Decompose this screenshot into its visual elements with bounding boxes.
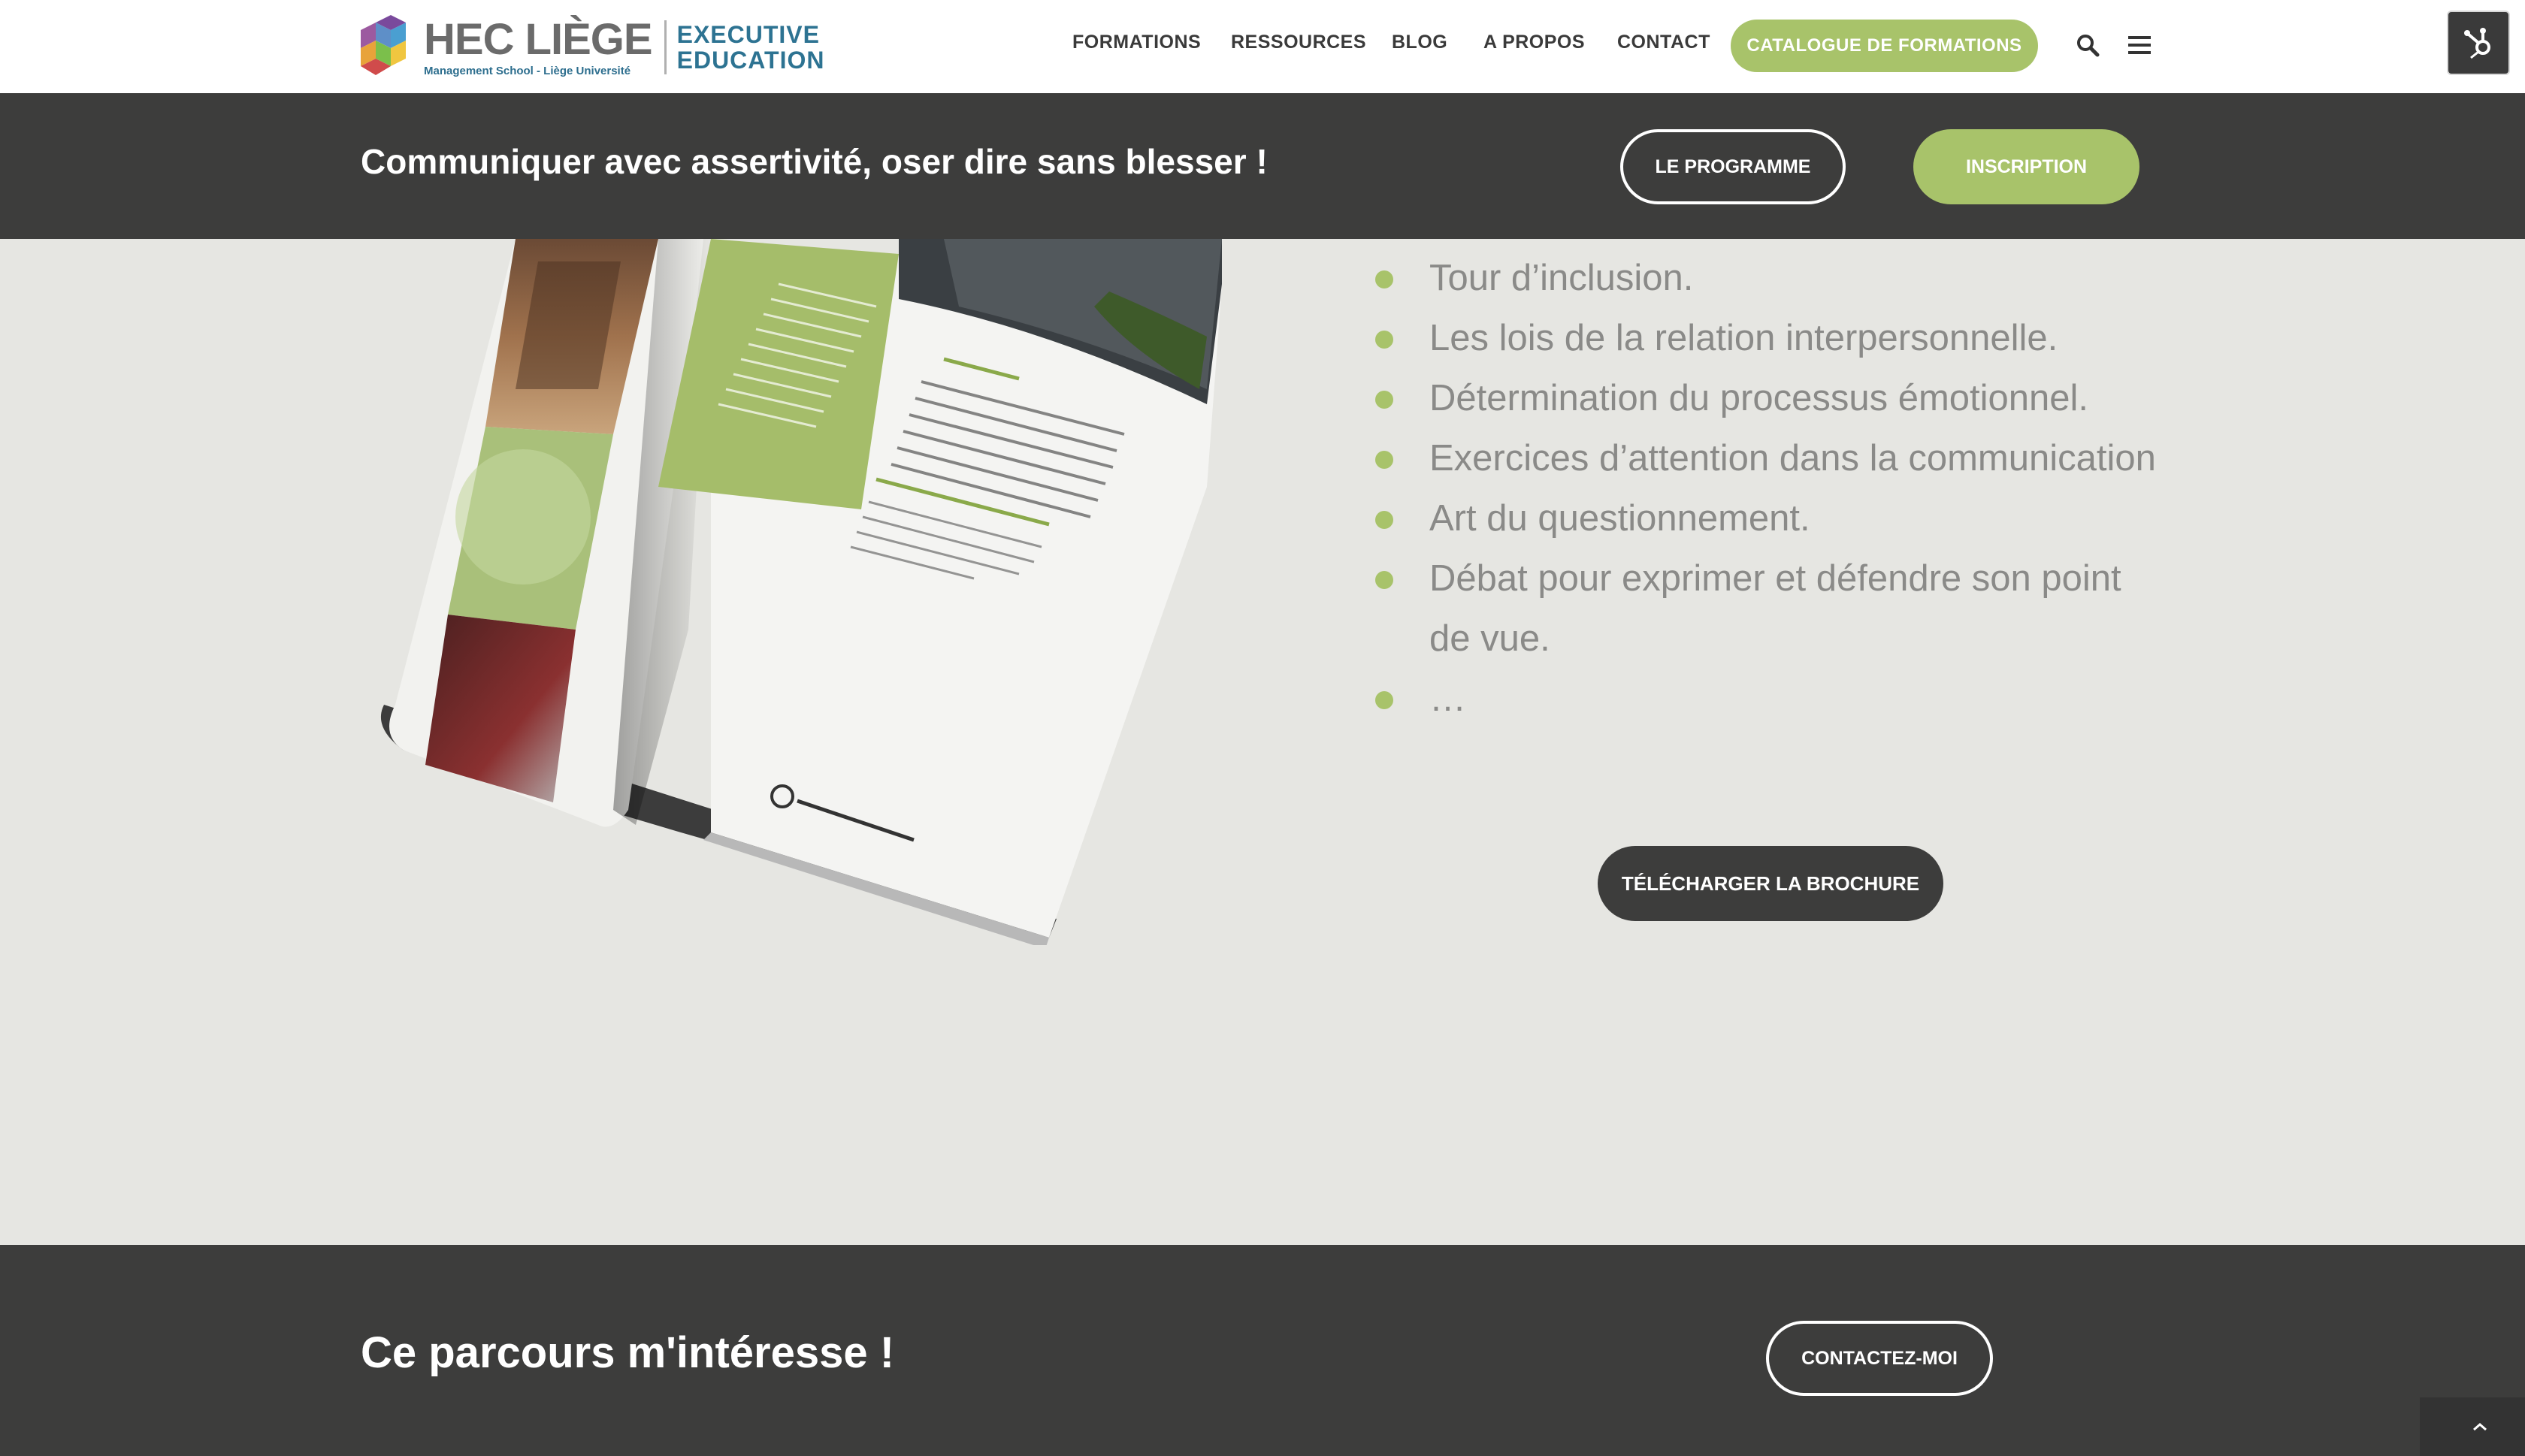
bullet-icon — [1375, 571, 1393, 589]
logo-executive: EXECUTIVE — [676, 21, 820, 48]
list-item: Tour d’inclusion. — [1375, 248, 2157, 308]
list-item: … — [1375, 669, 2157, 729]
program-title: Communiquer avec assertivité, oser dire … — [361, 142, 1268, 181]
programme-button[interactable]: LE PROGRAMME — [1620, 129, 1846, 204]
nav-formations[interactable]: FORMATIONS — [1072, 32, 1201, 53]
list-item: Détermination du processus émotionnel. — [1375, 368, 2157, 428]
logo-education: EDUCATION — [676, 47, 825, 74]
nav-ressources[interactable]: RESSOURCES — [1231, 32, 1366, 53]
list-item: Les lois de la relation interpersonnelle… — [1375, 308, 2157, 368]
menu-icon[interactable] — [2128, 35, 2151, 56]
scroll-to-top-button[interactable] — [2420, 1397, 2525, 1456]
bullet-icon — [1375, 270, 1393, 288]
bullet-icon — [1375, 511, 1393, 529]
search-icon[interactable] — [2076, 33, 2100, 57]
download-brochure-button[interactable]: TÉLÉCHARGER LA BROCHURE — [1598, 846, 1943, 921]
bullet-icon — [1375, 331, 1393, 349]
cta-title: Ce parcours m'intéresse ! — [361, 1328, 895, 1377]
list-item: Exercices d’attention dans la communicat… — [1375, 428, 2157, 488]
site-header: HEC LIÈGE Management School - Liège Univ… — [0, 0, 2525, 93]
bullet-icon — [1375, 391, 1393, 409]
inscription-button[interactable]: INSCRIPTION — [1913, 129, 2139, 204]
nav-a-propos[interactable]: A PROPOS — [1483, 32, 1585, 53]
nav-contact[interactable]: CONTACT — [1617, 32, 1710, 53]
program-sticky-bar: Communiquer avec assertivité, oser dire … — [0, 93, 2525, 239]
brochure-image — [373, 239, 1229, 945]
catalogue-button[interactable]: CATALOGUE DE FORMATIONS — [1731, 20, 2038, 72]
list-item: Art du questionnement. — [1375, 488, 2157, 548]
hec-liege-logo[interactable]: HEC LIÈGE Management School - Liège Univ… — [359, 14, 824, 81]
chevron-up-icon — [2473, 1423, 2487, 1431]
logo-divider — [664, 20, 667, 74]
hubspot-icon[interactable] — [2447, 11, 2510, 75]
interest-cta-section: Ce parcours m'intéresse ! CONTACTEZ-MOI — [0, 1245, 2525, 1456]
logo-cube-icon — [359, 15, 418, 80]
bullet-icon — [1375, 691, 1393, 709]
nav-blog[interactable]: BLOG — [1392, 32, 1447, 53]
logo-hec-text: HEC LIÈGE — [424, 14, 653, 64]
list-item: Débat pour exprimer et défendre son poin… — [1375, 548, 2157, 669]
contact-me-button[interactable]: CONTACTEZ-MOI — [1766, 1321, 1993, 1396]
bullet-icon — [1375, 451, 1393, 469]
logo-subtitle: Management School - Liège Université — [424, 64, 631, 77]
program-topics-list: Tour d’inclusion. Les lois de la relatio… — [1375, 239, 2157, 729]
